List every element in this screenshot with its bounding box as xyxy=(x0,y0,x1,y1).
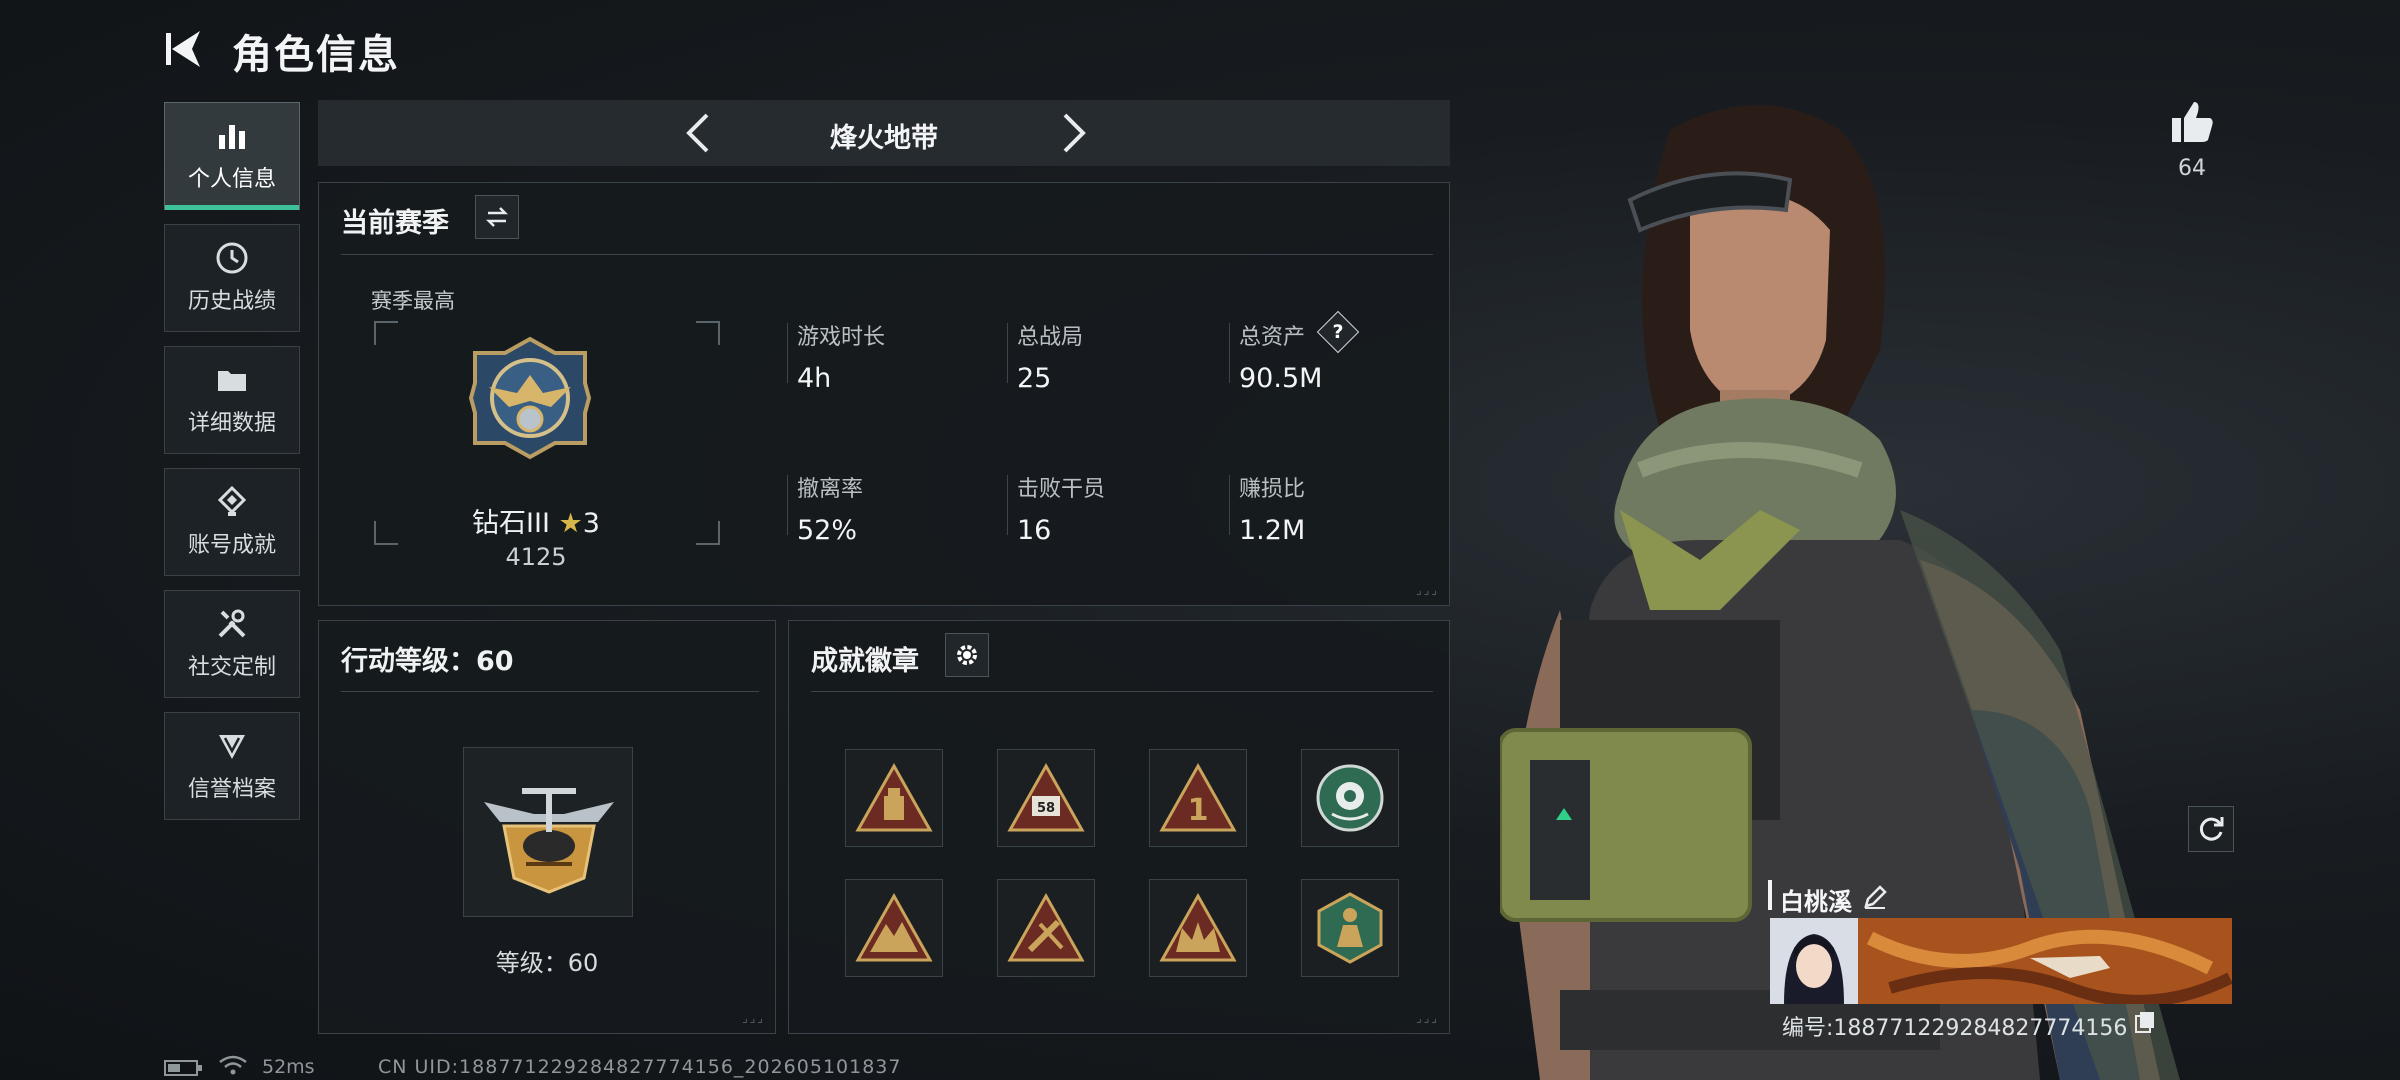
pyramid-tools-badge-icon xyxy=(1007,892,1085,962)
mode-selector: 烽火地带 xyxy=(318,100,1450,166)
back-arrow-icon xyxy=(166,31,200,67)
ping-text: 52ms xyxy=(262,1056,315,1078)
sidebar-item-social-custom[interactable]: 社交定制 xyxy=(164,590,300,698)
hexagon-figure-badge-icon xyxy=(1317,892,1383,964)
achievements-settings-button[interactable] xyxy=(945,633,989,677)
sidebar-item-label: 社交定制 xyxy=(187,655,276,680)
achievement-badge[interactable] xyxy=(1149,879,1247,977)
stat-total-assets-value: 90.5M xyxy=(1239,363,1323,394)
achievement-badge[interactable] xyxy=(845,879,943,977)
player-id: 编号:1887712292848277741​56 xyxy=(1782,1016,2128,1041)
sidebar-item-detailed-data[interactable]: 详细数据 xyxy=(164,346,300,454)
next-mode-button[interactable] xyxy=(1052,110,1096,156)
mode-name: 烽火地带 xyxy=(830,123,938,154)
flower-round-badge-icon xyxy=(1316,764,1384,832)
pyramid-58-badge-icon: 58 xyxy=(1007,762,1085,832)
season-title: 当前赛季 xyxy=(341,208,449,239)
like-icon[interactable] xyxy=(2168,98,2216,146)
sidebar-item-label: 详细数据 xyxy=(187,411,276,436)
badge-number-58: 58 xyxy=(1037,801,1055,816)
achievements-title: 成就徽章 xyxy=(811,646,919,677)
helicopter-emblem-icon xyxy=(484,788,614,894)
pyramid-1-badge-icon: 1 xyxy=(1159,762,1237,832)
achievement-badge[interactable]: 1 xyxy=(1149,749,1247,847)
pyramid-ruins-badge-icon xyxy=(855,892,933,962)
back-button[interactable] xyxy=(160,26,210,72)
sidebar-item-reputation[interactable]: 信誉档案 xyxy=(164,712,300,820)
achievement-badge[interactable] xyxy=(997,879,1095,977)
stat-total-matches-label: 总战局 xyxy=(1017,325,1084,350)
sidebar-item-label: 信誉档案 xyxy=(187,777,276,802)
copy-icon[interactable] xyxy=(2134,1010,2156,1034)
player-name: 白桃溪 xyxy=(1780,882,1852,917)
stat-play-time-label: 游戏时长 xyxy=(797,325,886,350)
achievement-badge[interactable] xyxy=(1301,879,1399,977)
wifi-icon xyxy=(219,1055,247,1075)
achievement-badge[interactable] xyxy=(845,749,943,847)
refresh-character-button[interactable] xyxy=(2188,806,2234,852)
sidebar-item-label: 账号成就 xyxy=(187,533,276,558)
tools-icon xyxy=(218,609,246,638)
sidebar-item-personal-info[interactable]: 个人信息 xyxy=(164,102,300,210)
folder-icon xyxy=(218,371,246,391)
rank-stars: 3 xyxy=(582,508,600,539)
player-name-text: 白桃溪 xyxy=(1780,888,1852,916)
battery-icon xyxy=(164,1060,202,1076)
stat-extract-rate-label: 撤离率 xyxy=(797,477,864,502)
rank-score: 4125 xyxy=(505,543,567,571)
page-title: 角色信息 xyxy=(232,32,400,78)
level-emblem-frame xyxy=(463,747,633,917)
rank-title: 钻石III ★3 xyxy=(371,501,701,540)
player-banner-image xyxy=(1770,918,2233,1007)
level-text: 等级：60 xyxy=(495,949,599,977)
shield-icon xyxy=(219,735,245,759)
action-level-panel: 行动等级：60 等级：60 ⌟⌟⌟ xyxy=(318,620,776,1034)
uid-text: CN UID:1887712292848277741​56_2026051018… xyxy=(378,1056,902,1078)
stat-operators-defeated-label: 击败干员 xyxy=(1017,477,1106,502)
gear-icon xyxy=(957,645,977,665)
season-best-label: 赛季最高 xyxy=(371,289,455,313)
stat-operators-defeated-value: 16 xyxy=(1017,515,1052,546)
badge-number-1: 1 xyxy=(1188,793,1209,828)
edit-name-icon[interactable] xyxy=(1862,884,1888,910)
stat-total-matches-value: 25 xyxy=(1017,363,1052,394)
achievement-badge[interactable]: 58 xyxy=(997,749,1095,847)
sidebar-item-label: 历史战绩 xyxy=(187,289,276,314)
chevron-right-icon xyxy=(1063,113,1086,153)
swap-icon xyxy=(485,207,509,227)
player-banner[interactable] xyxy=(1770,918,2233,1007)
clock-icon xyxy=(216,242,248,274)
star-icon: ★ xyxy=(558,508,583,539)
rank-name: 钻石III xyxy=(472,508,550,539)
total-assets-help-button[interactable] xyxy=(1316,310,1360,354)
stat-extract-rate-value: 52% xyxy=(797,515,858,546)
pyramid-badge-icon xyxy=(855,762,933,832)
achievements-panel: 成就徽章 58 1 ⌟⌟⌟ xyxy=(788,620,1450,1034)
stat-profit-ratio-value: 1.2M xyxy=(1239,515,1306,546)
rank-emblem-icon xyxy=(468,336,592,460)
sidebar-item-account-achievements[interactable]: 账号成就 xyxy=(164,468,300,576)
pyramid-crown-badge-icon xyxy=(1159,892,1237,962)
season-panel: 当前赛季 赛季最高 钻石III ★3 4125 游戏时长 4h 总战局 25 总… xyxy=(318,182,1450,606)
action-level-title: 行动等级：60 xyxy=(341,646,514,677)
like-count: 64 xyxy=(2178,156,2206,181)
switch-season-button[interactable] xyxy=(475,195,519,239)
sidebar-item-label: 个人信息 xyxy=(187,167,276,192)
stat-play-time-value: 4h xyxy=(797,363,832,394)
stat-total-assets-label: 总资产 xyxy=(1239,325,1306,350)
refresh-icon xyxy=(2199,817,2224,841)
achievement-icon xyxy=(217,485,247,516)
bar-chart-icon xyxy=(219,125,245,149)
sidebar-item-history[interactable]: 历史战绩 xyxy=(164,224,300,332)
achievement-badge[interactable] xyxy=(1301,749,1399,847)
stat-profit-ratio-label: 赚损比 xyxy=(1239,477,1306,502)
